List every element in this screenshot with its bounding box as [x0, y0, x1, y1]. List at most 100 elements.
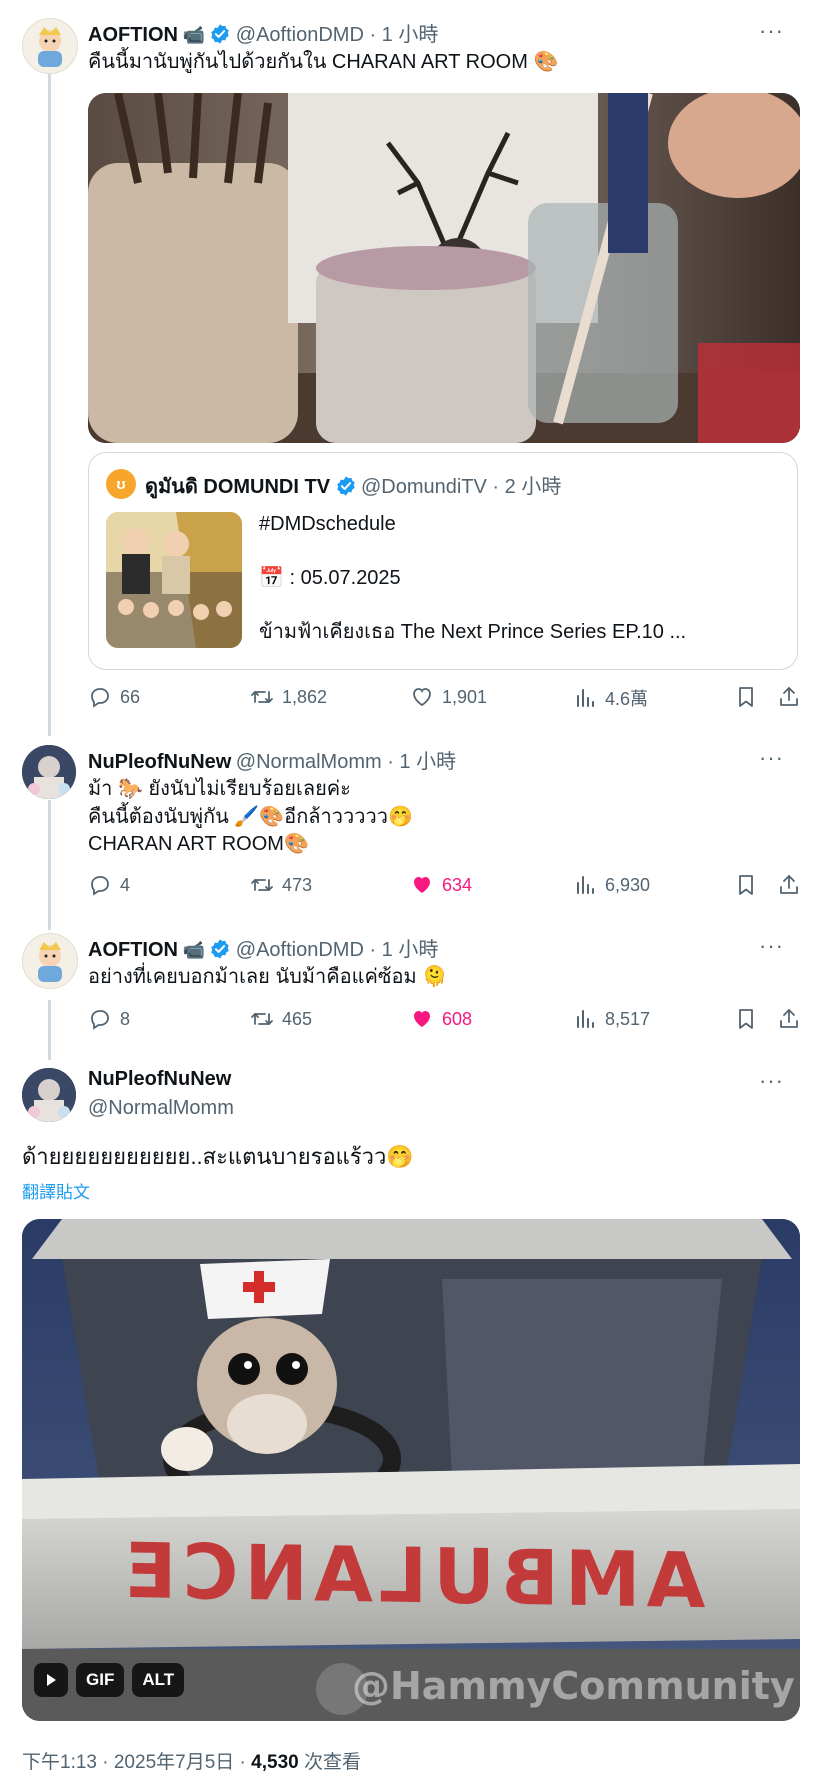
timestamp[interactable]: 下午1:13 · 2025年7月5日 ·	[22, 1752, 251, 1773]
handle-and-time: @DomundiTV · 2 小時	[360, 476, 562, 498]
reply-button[interactable]: 66	[88, 685, 140, 709]
display-name[interactable]: NuPleofNuNew	[88, 751, 231, 773]
display-name[interactable]: AOFTION	[88, 24, 178, 46]
play-icon	[47, 1674, 56, 1686]
avatar[interactable]	[22, 18, 78, 74]
more-options-icon[interactable]: ···	[759, 933, 784, 959]
tweet-meta: 下午1:13 · 2025年7月5日 · 4,530 次查看	[22, 1747, 361, 1774]
share-button[interactable]	[777, 1007, 801, 1031]
tweet-text: ด้ายยยยยยยยยยย..สะแตนบายรอแร้วว🤭	[22, 1144, 414, 1169]
reply-button[interactable]: 4	[88, 873, 130, 897]
like-count: 1,901	[442, 686, 488, 707]
display-name: ดูมันดิ DOMUNDI TV	[145, 476, 331, 498]
quoted-text-line-2: 📅 : 05.07.2025	[259, 564, 401, 592]
avatar[interactable]	[22, 745, 76, 799]
verified-badge-icon	[209, 23, 231, 45]
handle[interactable]: @NormalMomm	[88, 1097, 234, 1120]
quoted-text-line-3: ข้ามฟ้าเคียงเธอ The Next Prince Series E…	[259, 621, 687, 643]
retweet-count: 465	[282, 1008, 313, 1029]
views-icon	[573, 873, 597, 897]
view-count: 4.6萬	[605, 689, 649, 709]
bookmark-button[interactable]	[734, 873, 758, 897]
tweet-text-line-3: CHARAN ART ROOM🎨	[88, 833, 309, 855]
views-icon	[573, 1007, 597, 1031]
gif-controls: GIF ALT	[34, 1663, 185, 1697]
more-options-icon[interactable]: ···	[759, 745, 784, 771]
views-button[interactable]: 4.6萬	[573, 685, 648, 711]
tweet-text-line-1: ม้า 🐎 ยังนับไม่เรียบร้อยเลยค่ะ	[88, 778, 351, 800]
views-label: 次查看	[298, 1752, 361, 1773]
retweet-button[interactable]: 465	[250, 1007, 312, 1031]
translate-link[interactable]: 翻譯貼文	[22, 1178, 90, 1203]
quoted-tweet-card[interactable]: ʊ ดูมันดิ DOMUNDI TV @DomundiTV · 2 小時 #…	[88, 452, 798, 670]
retweet-button[interactable]: 1,862	[250, 685, 327, 709]
like-count: 634	[442, 874, 473, 895]
retweet-count: 1,862	[282, 686, 328, 707]
verified-badge-icon	[209, 938, 231, 960]
ambulance-hood-text: AMBULANCE	[118, 1525, 706, 1626]
play-button[interactable]	[34, 1663, 68, 1697]
avatar[interactable]	[22, 933, 78, 989]
views-icon	[573, 686, 597, 710]
tweet-header: AOFTION 📹 @AoftionDMD · 1 小時	[88, 18, 438, 47]
avatar: ʊ	[106, 469, 136, 499]
verified-badge-icon	[335, 475, 357, 497]
like-button[interactable]: 1,901	[410, 685, 487, 709]
heart-filled-icon	[410, 1007, 434, 1031]
thread-line	[48, 1000, 51, 1060]
reply-button[interactable]: 8	[88, 1007, 130, 1031]
share-button[interactable]	[777, 873, 801, 897]
tweet-text: คืนนี้มานับพู่กันไปด้วยกันใน CHARAN ART …	[88, 51, 559, 73]
handle-and-time[interactable]: @NormalMomm · 1 小時	[236, 751, 456, 773]
thread-line	[48, 800, 51, 930]
watermark: @HammyCommunity	[352, 1664, 795, 1708]
alt-badge[interactable]: ALT	[132, 1663, 185, 1697]
retweet-icon	[250, 873, 274, 897]
tweet-gif[interactable]: AMBULANCE @HammyCommunity GIF ALT	[22, 1219, 800, 1721]
reply-icon	[88, 1007, 112, 1031]
bookmark-icon	[734, 873, 758, 897]
tweet-header: NuPleofNuNew @NormalMomm · 1 小時	[88, 745, 456, 774]
quoted-text-line-1: #DMDschedule	[259, 513, 396, 535]
views-button[interactable]: 8,517	[573, 1007, 650, 1031]
retweet-button[interactable]: 473	[250, 873, 312, 897]
view-count: 6,930	[605, 874, 651, 895]
reply-icon	[88, 685, 112, 709]
tweet-text: อย่างที่เคยบอกม้าเลย นับม้าคือแค่ซ้อม 🫠	[88, 966, 448, 988]
share-icon	[777, 685, 801, 709]
domundi-logo-icon: ʊ	[116, 475, 126, 493]
bookmark-icon	[734, 685, 758, 709]
view-count: 4,530	[251, 1752, 299, 1773]
display-name[interactable]: NuPleofNuNew	[88, 1068, 231, 1091]
more-options-icon[interactable]: ···	[759, 1068, 784, 1094]
share-button[interactable]	[777, 685, 801, 709]
retweet-count: 473	[282, 874, 313, 895]
retweet-icon	[250, 1007, 274, 1031]
tweet-text-line-2: คืนนี้ต้องนับพู่กัน 🖌️🎨อีกล้าววววว🤭	[88, 806, 413, 828]
reply-icon	[88, 873, 112, 897]
like-button[interactable]: 634	[410, 873, 472, 897]
camera-icon: 📹	[182, 25, 205, 45]
more-options-icon[interactable]: ···	[759, 18, 784, 44]
reply-count: 66	[120, 686, 141, 707]
like-count: 608	[442, 1008, 473, 1029]
quoted-header: ดูมันดิ DOMUNDI TV @DomundiTV · 2 小時	[145, 470, 561, 502]
bookmark-button[interactable]	[734, 1007, 758, 1031]
retweet-icon	[250, 685, 274, 709]
bookmark-button[interactable]	[734, 685, 758, 709]
quoted-media-thumbnail	[106, 512, 242, 648]
quoted-date: : 05.07.2025	[289, 567, 401, 589]
like-button[interactable]: 608	[410, 1007, 472, 1031]
calendar-icon: 📅	[259, 567, 284, 589]
display-name[interactable]: AOFTION	[88, 939, 178, 961]
handle-and-time[interactable]: @AoftionDMD · 1 小時	[236, 939, 439, 961]
heart-filled-icon	[410, 873, 434, 897]
avatar[interactable]	[22, 1068, 76, 1122]
reply-count: 4	[120, 874, 131, 895]
views-button[interactable]: 6,930	[573, 873, 650, 897]
tweet-media-image[interactable]	[88, 93, 800, 443]
bookmark-icon	[734, 1007, 758, 1031]
tweet-header: AOFTION 📹 @AoftionDMD · 1 小時	[88, 933, 438, 962]
heart-icon	[410, 685, 434, 709]
handle-and-time[interactable]: @AoftionDMD · 1 小時	[236, 24, 439, 46]
